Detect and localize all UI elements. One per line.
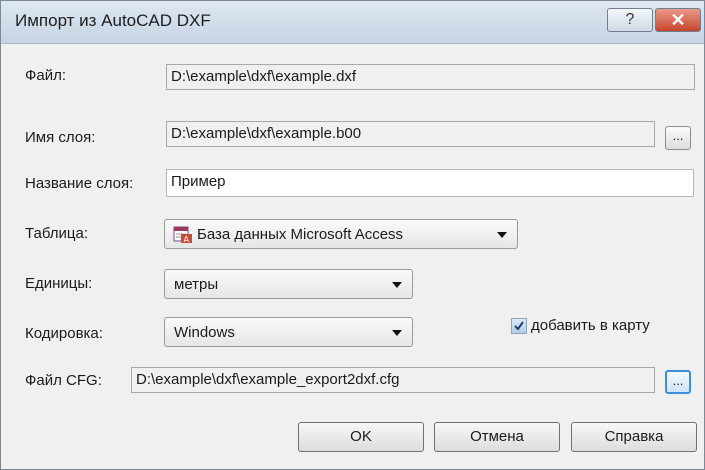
units-select-value: метры	[174, 276, 219, 293]
add-to-map-label[interactable]: добавить в карту	[531, 317, 650, 334]
table-select-value: База данных Microsoft Access	[197, 226, 404, 243]
file-field[interactable]: D:\example\dxf\example.dxf	[166, 64, 695, 90]
units-label: Единицы:	[25, 275, 93, 292]
layer-name-label: Имя слоя:	[25, 129, 96, 146]
layer-title-label: Название слоя:	[25, 175, 134, 192]
checkmark-icon	[514, 321, 524, 331]
ok-button[interactable]: OK	[298, 422, 424, 452]
cfg-file-field[interactable]: D:\example\dxf\example_export2dxf.cfg	[131, 367, 655, 393]
encoding-select-value: Windows	[174, 324, 235, 341]
chevron-down-icon	[392, 330, 402, 336]
cancel-button[interactable]: Отмена	[434, 422, 560, 452]
import-dxf-dialog: Импорт из AutoCAD DXF ? ✕ Файл: D:\examp…	[0, 0, 705, 470]
layer-title-input[interactable]: Пример	[166, 169, 694, 197]
cfg-file-label: Файл CFG:	[25, 372, 102, 389]
question-icon: ?	[625, 11, 635, 28]
encoding-select[interactable]: Windows	[164, 317, 413, 347]
dialog-title: Импорт из AutoCAD DXF	[15, 11, 211, 30]
layer-name-browse-button[interactable]: ...	[665, 126, 691, 150]
cfg-file-browse-button[interactable]: ...	[665, 370, 691, 394]
close-icon: ✕	[670, 9, 686, 30]
file-label: Файл:	[25, 67, 67, 84]
units-select[interactable]: метры	[164, 269, 413, 299]
access-database-icon: A	[173, 226, 192, 244]
title-bar: Импорт из AutoCAD DXF ? ✕	[1, 1, 704, 44]
help-button[interactable]: Справка	[571, 422, 697, 452]
table-select[interactable]: A База данных Microsoft Access	[164, 219, 518, 249]
encoding-label: Кодировка:	[25, 325, 103, 342]
chevron-down-icon	[497, 232, 507, 238]
chevron-down-icon	[392, 282, 402, 288]
add-to-map-checkbox[interactable]	[511, 318, 527, 334]
close-button[interactable]: ✕	[655, 8, 701, 32]
table-label: Таблица:	[25, 225, 88, 242]
svg-text:A: A	[184, 235, 190, 244]
layer-name-field[interactable]: D:\example\dxf\example.b00	[166, 121, 655, 147]
title-help-button[interactable]: ?	[607, 8, 653, 32]
